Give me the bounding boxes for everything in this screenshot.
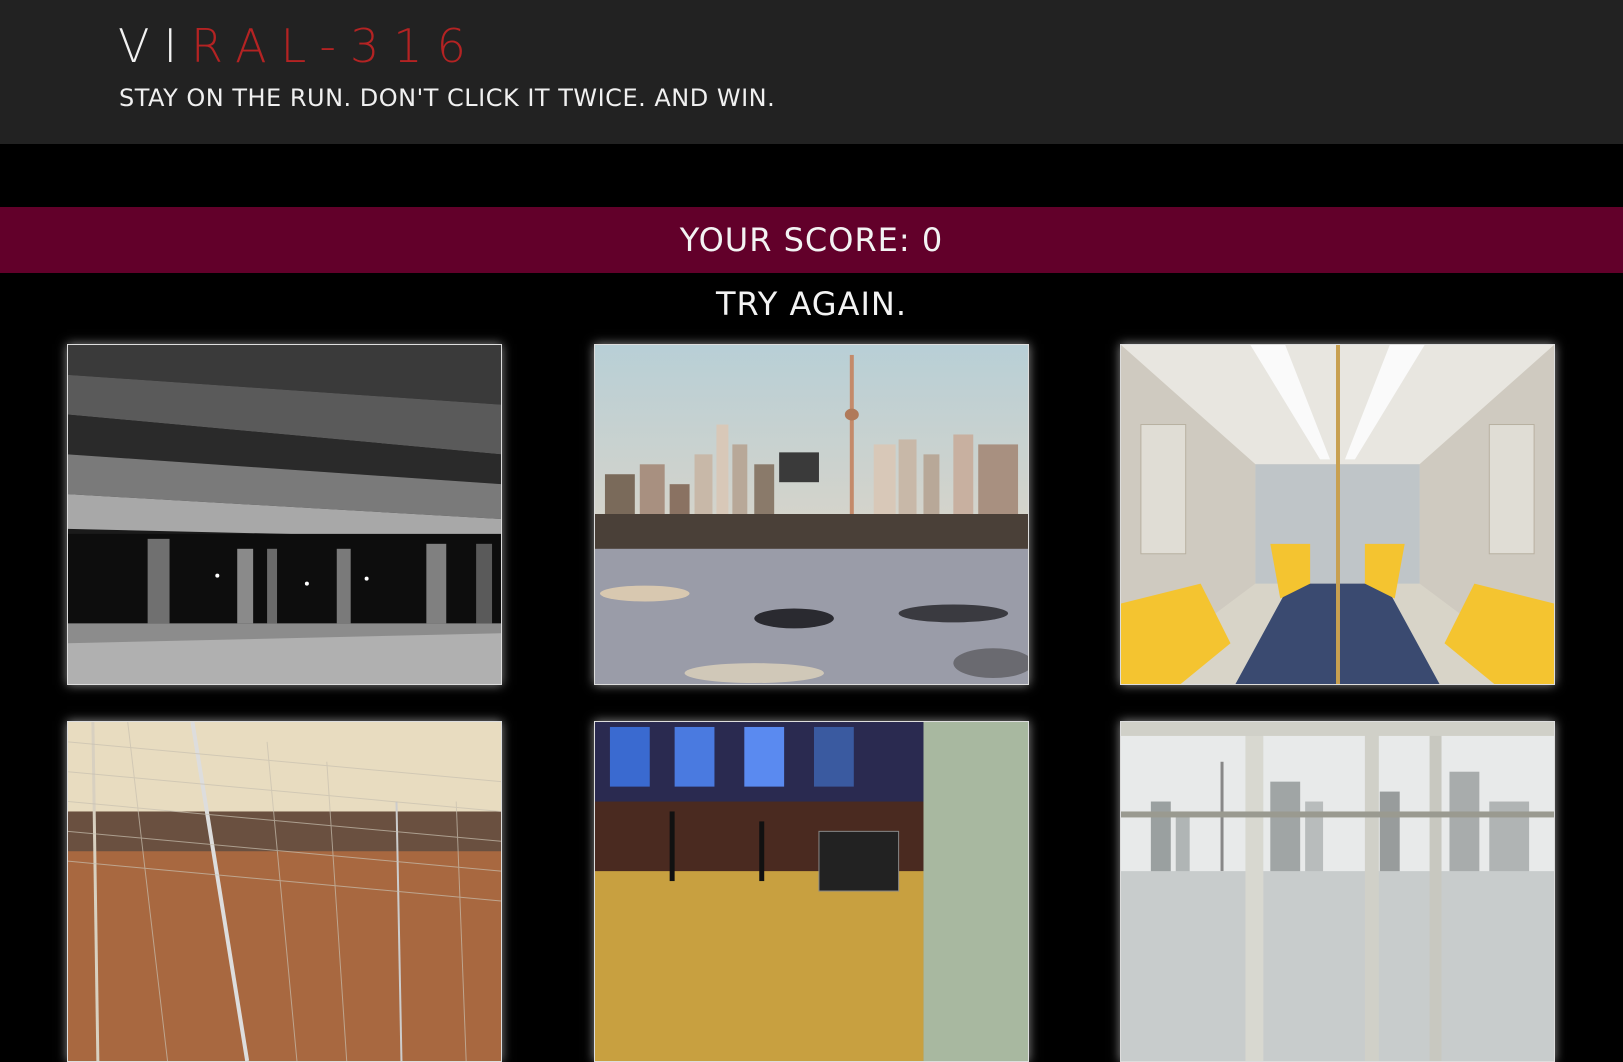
status-message: TRY AGAIN. xyxy=(715,285,907,323)
app-title-white: VI xyxy=(118,19,192,73)
city-skyline-image[interactable] xyxy=(594,344,1029,685)
soccer-goal-image[interactable] xyxy=(67,721,502,1062)
app-title-red: RAL-316 xyxy=(191,19,480,73)
app-header: VIRAL-316 STAY ON THE RUN. DON'T CLICK I… xyxy=(0,0,1623,144)
app-tagline: STAY ON THE RUN. DON'T CLICK IT TWICE. A… xyxy=(119,84,776,112)
app-title: VIRAL-316 xyxy=(118,18,480,74)
score-label: YOUR SCORE: 0 xyxy=(679,221,944,259)
score-bar: YOUR SCORE: 0 xyxy=(0,207,1623,273)
window-city-view-image[interactable] xyxy=(1120,721,1555,1062)
street-night-image[interactable] xyxy=(594,721,1029,1062)
parking-garage-image[interactable] xyxy=(67,344,502,685)
subway-car-image[interactable] xyxy=(1120,344,1555,685)
